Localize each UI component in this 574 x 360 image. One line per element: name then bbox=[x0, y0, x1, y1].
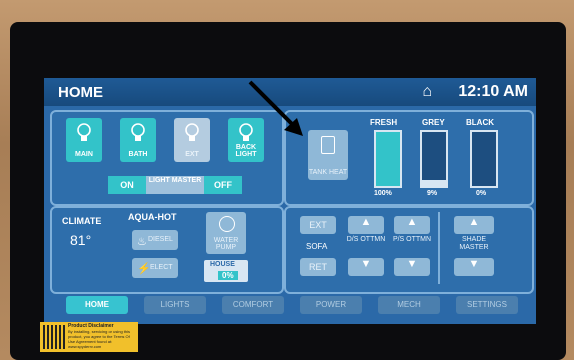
annotation-arrow bbox=[248, 80, 303, 136]
disclaimer-sticker: Product Disclaimer By installing, servic… bbox=[40, 322, 138, 352]
qr-code-icon bbox=[43, 325, 65, 349]
sticker-body: By installing, servicing or using this p… bbox=[68, 329, 131, 349]
